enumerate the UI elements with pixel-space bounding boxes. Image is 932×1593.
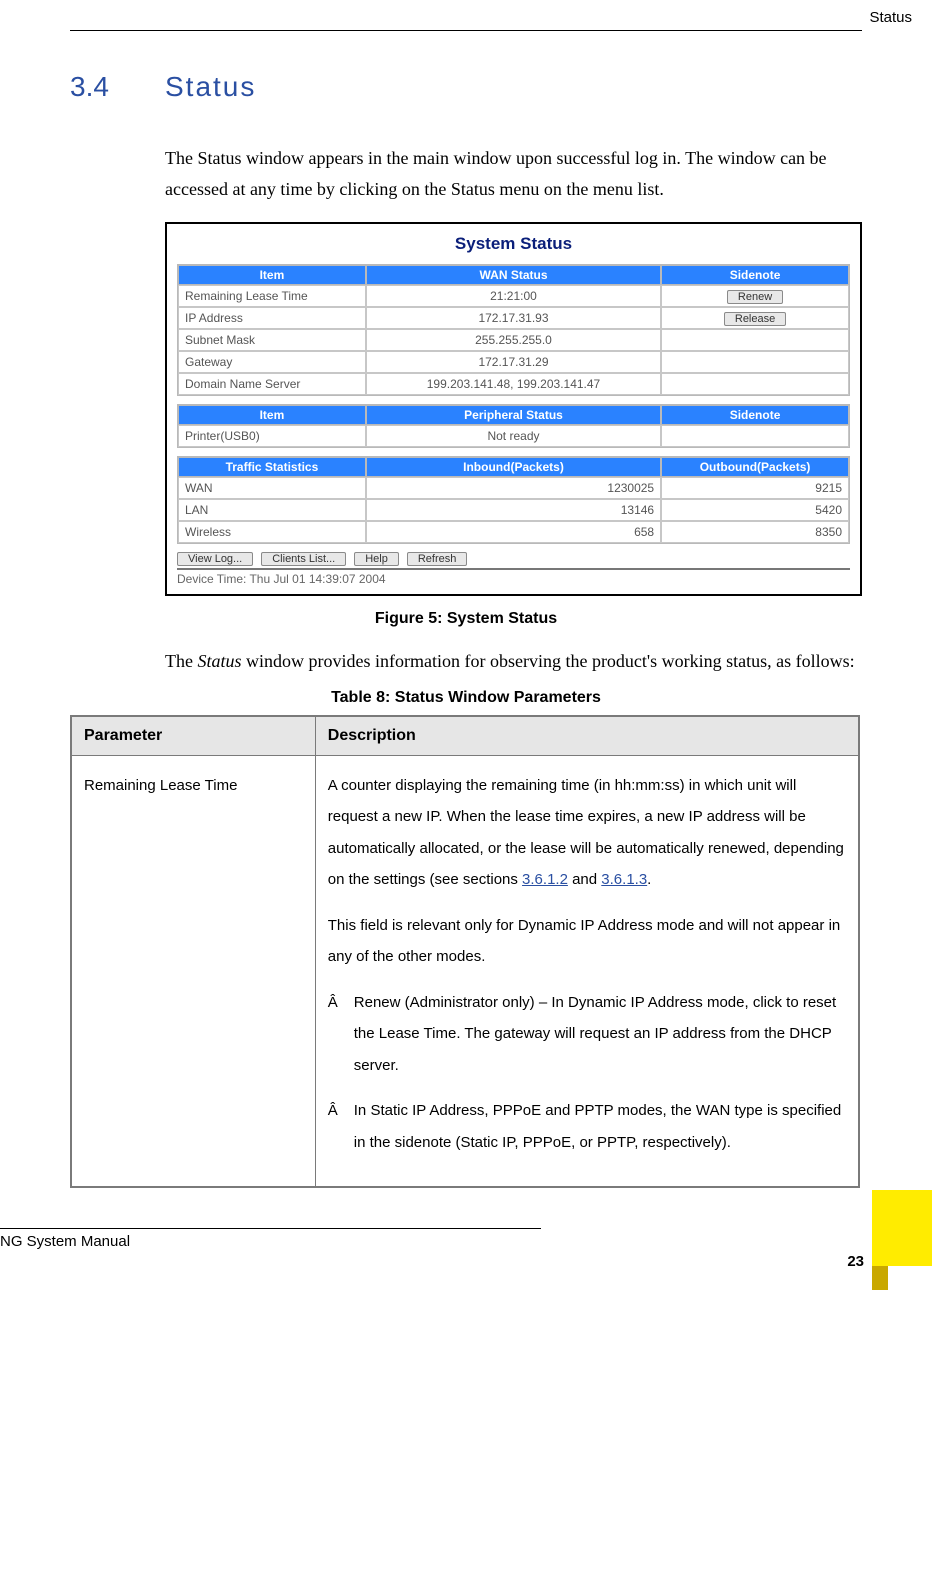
cell-item: Domain Name Server bbox=[178, 373, 366, 395]
after-fig-post: window provides information for observin… bbox=[242, 651, 855, 671]
cell-item: Remaining Lease Time bbox=[178, 285, 366, 307]
traffic-statistics-table: Traffic Statistics Inbound(Packets) Outb… bbox=[177, 456, 850, 544]
cell-value: Not ready bbox=[366, 425, 661, 447]
table-row: Subnet Mask 255.255.255.0 bbox=[178, 329, 849, 351]
corner-decoration-cut bbox=[888, 1266, 932, 1290]
table-row: Gateway 172.17.31.29 bbox=[178, 351, 849, 373]
page-footer: NG System Manual 23 bbox=[0, 1228, 932, 1290]
cell-in: 1230025 bbox=[366, 477, 661, 499]
cell-sidenote bbox=[661, 351, 849, 373]
page-number: 23 bbox=[847, 1253, 864, 1270]
cell-out: 9215 bbox=[661, 477, 849, 499]
section-number: 3.4 bbox=[70, 71, 165, 103]
table-row: Wireless 658 8350 bbox=[178, 521, 849, 543]
cell-sidenote: Renew bbox=[661, 285, 849, 307]
table-row: Remaining Lease Time 21:21:00 Renew bbox=[178, 285, 849, 307]
cell-item: Wireless bbox=[178, 521, 366, 543]
cell-sidenote: Release bbox=[661, 307, 849, 329]
after-fig-em: Status bbox=[197, 651, 241, 671]
footer-rule bbox=[0, 1228, 541, 1229]
peripheral-status-table: Item Peripheral Status Sidenote Printer(… bbox=[177, 404, 850, 448]
cell-in: 13146 bbox=[366, 499, 661, 521]
cell-sidenote bbox=[661, 373, 849, 395]
header-rule: Status bbox=[70, 30, 862, 31]
periph-th-item: Item bbox=[178, 405, 366, 425]
sys-status-title: System Status bbox=[177, 234, 850, 254]
page-header-label: Status bbox=[869, 9, 912, 26]
figure-caption: Figure 5: System Status bbox=[70, 610, 862, 628]
cell-item: Subnet Mask bbox=[178, 329, 366, 351]
cell-value: 172.17.31.93 bbox=[366, 307, 661, 329]
corner-decoration bbox=[872, 1190, 932, 1290]
table-row: WAN 1230025 9215 bbox=[178, 477, 849, 499]
status-parameters-table: Parameter Description Remaining Lease Ti… bbox=[70, 715, 860, 1189]
after-figure-text: The Status window provides information f… bbox=[165, 646, 862, 677]
after-fig-pre: The bbox=[165, 651, 197, 671]
periph-th-sidenote: Sidenote bbox=[661, 405, 849, 425]
footer-manual: NG System Manual bbox=[0, 1233, 932, 1250]
cell-value: 21:21:00 bbox=[366, 285, 661, 307]
wan-status-table: Item WAN Status Sidenote Remaining Lease… bbox=[177, 264, 850, 396]
refresh-button[interactable]: Refresh bbox=[407, 552, 468, 566]
cell-item: IP Address bbox=[178, 307, 366, 329]
traffic-th-in: Inbound(Packets) bbox=[366, 457, 661, 477]
param-th-parameter: Parameter bbox=[71, 716, 315, 756]
view-log-button[interactable]: View Log... bbox=[177, 552, 253, 566]
table-row: IP Address 172.17.31.93 Release bbox=[178, 307, 849, 329]
cell-item: Gateway bbox=[178, 351, 366, 373]
table-row: Printer(USB0) Not ready bbox=[178, 425, 849, 447]
wan-th-sidenote: Sidenote bbox=[661, 265, 849, 285]
corner-decoration-inner bbox=[872, 1266, 888, 1290]
cell-item: WAN bbox=[178, 477, 366, 499]
cell-sidenote bbox=[661, 329, 849, 351]
cell-sidenote bbox=[661, 425, 849, 447]
wan-th-status: WAN Status bbox=[366, 265, 661, 285]
table-row: Remaining Lease Time A counter displayin… bbox=[71, 755, 859, 1187]
intro-text: The Status window appears in the main wi… bbox=[165, 143, 862, 204]
table-caption: Table 8: Status Window Parameters bbox=[70, 689, 862, 707]
cell-out: 5420 bbox=[661, 499, 849, 521]
cell-item: Printer(USB0) bbox=[178, 425, 366, 447]
xref-link[interactable]: 3.6.1.3 bbox=[601, 871, 647, 888]
bullet-text: Renew (Administrator only) – In Dynamic … bbox=[354, 987, 846, 1082]
traffic-th-out: Outbound(Packets) bbox=[661, 457, 849, 477]
desc-p2: This field is relevant only for Dynamic … bbox=[328, 910, 846, 973]
section-title: Status bbox=[165, 71, 256, 103]
system-status-screenshot: System Status Item WAN Status Sidenote R… bbox=[165, 222, 862, 596]
section-heading: 3.4 Status bbox=[70, 71, 862, 103]
param-th-description: Description bbox=[315, 716, 859, 756]
cell-value: 255.255.255.0 bbox=[366, 329, 661, 351]
help-button[interactable]: Help bbox=[354, 552, 399, 566]
release-button[interactable]: Release bbox=[724, 312, 786, 326]
screenshot-button-row: View Log... Clients List... Help Refresh bbox=[177, 552, 850, 566]
device-time: Device Time: Thu Jul 01 14:39:07 2004 bbox=[177, 568, 850, 586]
cell-in: 658 bbox=[366, 521, 661, 543]
traffic-th-stats: Traffic Statistics bbox=[178, 457, 366, 477]
bullet-symbol: Â bbox=[328, 1095, 354, 1158]
param-description: A counter displaying the remaining time … bbox=[315, 755, 859, 1187]
bullet-symbol: Â bbox=[328, 987, 354, 1082]
wan-th-item: Item bbox=[178, 265, 366, 285]
param-name: Remaining Lease Time bbox=[71, 755, 315, 1187]
clients-list-button[interactable]: Clients List... bbox=[261, 552, 346, 566]
p1-end: . bbox=[647, 871, 651, 888]
cell-out: 8350 bbox=[661, 521, 849, 543]
xref-link[interactable]: 3.6.1.2 bbox=[522, 871, 568, 888]
table-row: Domain Name Server 199.203.141.48, 199.2… bbox=[178, 373, 849, 395]
desc-p1: A counter displaying the remaining time … bbox=[328, 770, 846, 896]
cell-value: 172.17.31.29 bbox=[366, 351, 661, 373]
list-item: Â In Static IP Address, PPPoE and PPTP m… bbox=[328, 1095, 846, 1158]
table-row: LAN 13146 5420 bbox=[178, 499, 849, 521]
renew-button[interactable]: Renew bbox=[727, 290, 783, 304]
bullet-text: In Static IP Address, PPPoE and PPTP mod… bbox=[354, 1095, 846, 1158]
list-item: Â Renew (Administrator only) – In Dynami… bbox=[328, 987, 846, 1082]
p1-mid: and bbox=[568, 871, 601, 888]
periph-th-status: Peripheral Status bbox=[366, 405, 661, 425]
cell-item: LAN bbox=[178, 499, 366, 521]
cell-value: 199.203.141.48, 199.203.141.47 bbox=[366, 373, 661, 395]
